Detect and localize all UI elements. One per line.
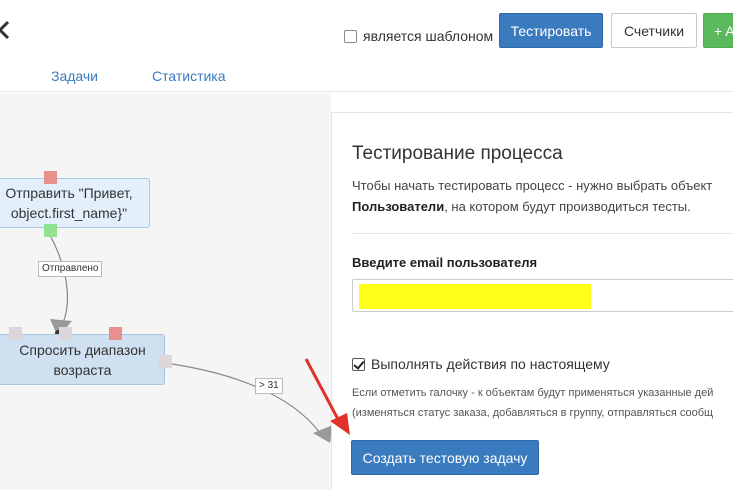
counters-button[interactable]: Счетчики (611, 13, 697, 48)
create-test-task-button[interactable]: Создать тестовую задачу (351, 440, 539, 475)
panel-title: Тестирование процесса (352, 143, 563, 164)
process-edges (49, 234, 331, 443)
node-ask-age-range-label: Спросить диапазон возраста (19, 342, 146, 378)
node-send-hello[interactable]: Отправить "Привет, object.first_name}" (0, 178, 150, 228)
chevron-left-icon[interactable] (0, 18, 16, 42)
template-checkbox-box[interactable] (344, 29, 357, 43)
node-send-hello-label: Отправить "Привет, object.first_name}" (5, 185, 133, 221)
test-button[interactable]: Тестировать (499, 13, 603, 48)
real-actions-hint-line1: Если отметить галочку - к объектам будут… (352, 387, 714, 399)
node-send-hello-output-port[interactable] (44, 224, 57, 237)
panel-divider (352, 233, 733, 234)
node-ask-age-range-port-red[interactable] (109, 327, 122, 340)
panel-description: Чтобы начать тестировать процесс - нужно… (352, 175, 733, 217)
email-field[interactable] (352, 279, 733, 312)
node-ask-age-range-port-mid[interactable] (59, 327, 72, 340)
real-actions-checkbox-label: Выполнять действия по настоящему (371, 356, 610, 372)
tab-tasks[interactable]: Задачи (51, 68, 98, 84)
panel-description-bold: Пользователи (352, 199, 445, 214)
edge-label-gt31: > 31 (255, 378, 283, 394)
edge-gt31 (171, 363, 321, 434)
edge-sent (49, 234, 68, 330)
tab-statistics[interactable]: Статистика (152, 68, 226, 84)
panel-description-line1: Чтобы начать тестировать процесс - нужно… (352, 178, 713, 193)
node-send-hello-input-port[interactable] (44, 171, 57, 184)
node-ask-age-range-output-port[interactable] (159, 355, 172, 368)
real-actions-hint: Если отметить галочку - к объектам будут… (352, 383, 713, 423)
email-redaction-highlight (359, 284, 591, 309)
panel-description-rest: , на котором будут производиться тесты. (444, 199, 691, 214)
template-checkbox[interactable]: является шаблоном (344, 28, 493, 44)
edge-label-sent: Отправлено (38, 261, 103, 277)
add-button[interactable]: + A (703, 13, 733, 48)
add-button-label: + A (714, 22, 733, 39)
annotation-arrow-icon (304, 358, 350, 435)
real-actions-checkbox[interactable]: Выполнять действия по настоящему (352, 356, 610, 372)
email-field-label: Введите email пользователя (352, 255, 538, 270)
real-actions-hint-line2: (изменяться статус заказа, добавляться в… (352, 407, 714, 419)
top-bar: является шаблоном Тестировать Счетчики +… (0, 0, 733, 92)
process-canvas[interactable]: Отправить "Привет, object.first_name}" О… (0, 93, 331, 490)
test-process-panel: Тестирование процесса Чтобы начать тести… (331, 112, 733, 490)
template-checkbox-label: является шаблоном (363, 28, 494, 44)
node-ask-age-range[interactable]: Спросить диапазон возраста (0, 334, 165, 385)
node-ask-age-range-port-left[interactable] (9, 327, 22, 340)
